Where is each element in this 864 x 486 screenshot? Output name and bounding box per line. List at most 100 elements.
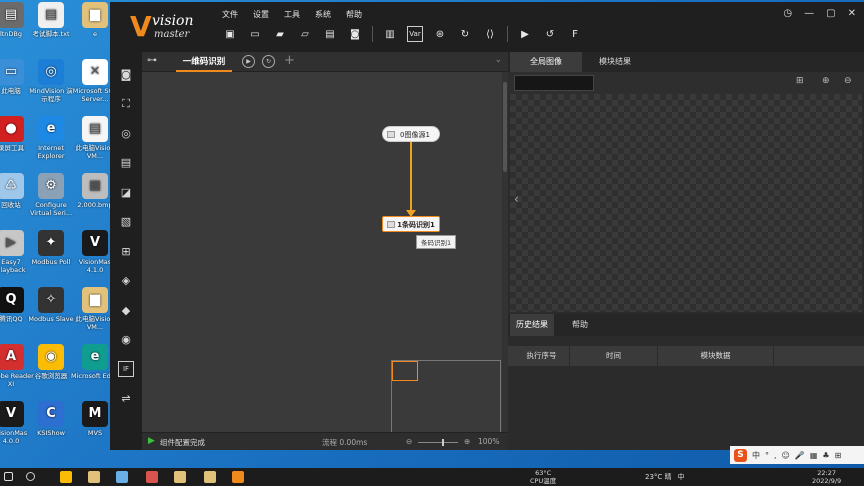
save-icon[interactable]: ▣ xyxy=(222,26,238,42)
menu-item[interactable]: 工具 xyxy=(284,9,300,20)
import-icon[interactable]: ▰ xyxy=(272,26,288,42)
chevron-left-icon[interactable]: ‹ xyxy=(514,192,519,206)
ime-skin-icon[interactable]: ♣ xyxy=(822,451,829,460)
app-icon[interactable] xyxy=(116,471,128,483)
image-capture-tool-icon[interactable]: ◙ xyxy=(118,66,134,82)
zoom-slider[interactable] xyxy=(418,439,458,446)
roi-tool-icon[interactable]: ⛶ xyxy=(118,96,134,112)
ime-chinese-mode[interactable]: 中 xyxy=(752,450,760,461)
start-icon[interactable] xyxy=(4,472,13,481)
desktop-icon[interactable]: e Internet Explorer xyxy=(26,116,76,160)
run-once-icon[interactable]: ▶ xyxy=(517,26,533,42)
clock-icon[interactable]: ◷ xyxy=(783,8,792,19)
menu-item[interactable]: 系统 xyxy=(315,9,331,20)
run-loop-icon[interactable]: ↺ xyxy=(542,26,558,42)
chrome-icon[interactable] xyxy=(60,471,72,483)
menu-item[interactable]: 帮助 xyxy=(346,9,362,20)
ime-emoji-icon[interactable]: ☺ xyxy=(782,451,790,460)
zoom-out-image-icon[interactable]: ⊖ xyxy=(844,76,852,86)
logic-tool-icon[interactable]: IF xyxy=(118,361,134,377)
desktop-icon[interactable]: ✦ Modbus Poll xyxy=(26,230,76,266)
tab-module-result[interactable]: 模块结果 xyxy=(584,52,646,72)
ime-mic-icon[interactable]: 🎤 xyxy=(795,451,805,460)
status-play-icon[interactable]: ▶ xyxy=(148,436,155,446)
explorer-window-icon[interactable] xyxy=(174,471,186,483)
fullscreen-icon[interactable]: F xyxy=(567,26,583,42)
maximize-icon[interactable]: ▢ xyxy=(826,8,835,19)
folder-icon[interactable] xyxy=(204,471,216,483)
tab-global-image[interactable]: 全局图像 xyxy=(510,52,582,72)
zoom-in-image-icon[interactable]: ⊕ xyxy=(822,76,830,86)
shape-tool-icon[interactable]: ◆ xyxy=(118,302,134,318)
zoom-out-icon[interactable]: ⊖ xyxy=(406,437,412,446)
visionmaster-taskbar-icon[interactable] xyxy=(232,471,244,483)
ime-keyboard-icon[interactable]: ▦ xyxy=(810,451,818,460)
add-process-icon[interactable]: + xyxy=(284,53,295,68)
node-image-source[interactable]: 0图像源1 xyxy=(382,126,440,142)
export-icon[interactable]: ▱ xyxy=(297,26,313,42)
image-process-tool-icon[interactable]: ◪ xyxy=(118,184,134,200)
image-source-select[interactable] xyxy=(514,75,594,91)
tab-help[interactable]: 帮助 xyxy=(560,314,600,336)
script-icon[interactable]: ⟨⟩ xyxy=(482,26,498,42)
sogou-logo-icon[interactable]: S xyxy=(734,448,747,462)
fit-image-icon[interactable]: ⊞ xyxy=(796,76,804,86)
flow-canvas[interactable]: 0图像源1 1条码识别1 条码识别1 ↘ xyxy=(142,72,502,446)
menu-item[interactable]: 设置 xyxy=(253,9,269,20)
minimap-viewport[interactable] xyxy=(392,361,418,381)
ime-punct-icon[interactable]: ° xyxy=(765,451,769,460)
process-tree-icon[interactable]: ⊶ xyxy=(147,55,157,66)
scrollbar-thumb[interactable] xyxy=(503,82,507,172)
controller-icon[interactable]: ▥ xyxy=(382,26,398,42)
loop-process-icon[interactable]: ↻ xyxy=(262,55,275,68)
variable-icon[interactable]: Var xyxy=(407,26,423,42)
desktop-icon[interactable]: C KSIShow xyxy=(26,401,76,437)
taskbar-clock[interactable]: 22:27 2022/9/9 xyxy=(812,469,841,485)
desktop-icon-image: ✦ xyxy=(38,230,64,256)
node-barcode-recognition[interactable]: 1条码识别1 xyxy=(382,216,440,232)
desktop-icon[interactable]: ✧ Modbus Slave xyxy=(26,287,76,323)
tray-weather[interactable]: 23°C 晴 xyxy=(645,472,672,482)
recognition-tool-icon[interactable]: ◉ xyxy=(118,332,134,348)
desktop-icon[interactable]: ⚙ Configure Virtual Seri... xyxy=(26,173,76,217)
explorer-icon[interactable] xyxy=(88,471,100,483)
chevron-down-icon[interactable]: ⌄ xyxy=(494,55,502,65)
tab-history-results[interactable]: 历史结果 xyxy=(510,314,554,336)
snapshot-icon[interactable]: ◙ xyxy=(347,26,363,42)
zoom-slider-knob[interactable] xyxy=(442,439,444,446)
desktop-icon-label: KSIShow xyxy=(37,429,65,437)
minimize-icon[interactable]: — xyxy=(804,8,814,19)
col-time[interactable]: 时间 xyxy=(570,346,658,366)
measure-tool-icon[interactable]: ▤ xyxy=(118,155,134,171)
col-exec-index[interactable]: 执行序号 xyxy=(514,346,570,366)
open-folder-icon[interactable]: ▭ xyxy=(247,26,263,42)
communication-tool-icon[interactable]: ⇌ xyxy=(118,391,134,407)
calibrate-tool-icon[interactable]: ◈ xyxy=(118,273,134,289)
tray-language[interactable]: 中 xyxy=(678,472,685,482)
image-view[interactable]: ‹ xyxy=(510,94,862,312)
global-trigger-icon[interactable]: ↻ xyxy=(457,26,473,42)
browser-icon[interactable] xyxy=(146,471,158,483)
col-module-data[interactable]: 模块数据 xyxy=(658,346,774,366)
desktop-icon-image: C xyxy=(38,401,64,427)
desktop-icon-image: ✧ xyxy=(38,287,64,313)
defect-tool-icon[interactable]: ⊞ xyxy=(118,243,134,259)
desktop-icon-image: ▤ xyxy=(0,2,24,28)
communication-icon[interactable]: ⊛ xyxy=(432,26,448,42)
close-icon[interactable]: ✕ xyxy=(848,8,856,19)
desktop-icon[interactable]: ▤ 考试脚本.txt xyxy=(26,2,76,38)
locate-tool-icon[interactable]: ◎ xyxy=(118,125,134,141)
cpu-temp-widget[interactable]: 63°C CPU温度 xyxy=(530,469,556,485)
tab-barcode-process[interactable]: 一维码识别 xyxy=(176,52,232,72)
desktop-icon[interactable]: ◎ MindVision 演示程序 xyxy=(26,59,76,103)
color-tool-icon[interactable]: ▧ xyxy=(118,214,134,230)
flow-connector xyxy=(410,142,412,212)
zoom-in-icon[interactable]: ⊕ xyxy=(464,437,470,446)
menu-item[interactable]: 文件 xyxy=(222,9,238,20)
desktop-icon[interactable]: ◉ 谷歌浏览器 xyxy=(26,344,76,380)
ime-comma-icon[interactable]: , xyxy=(774,451,777,460)
search-icon[interactable] xyxy=(26,472,35,481)
camera-save-icon[interactable]: ▤ xyxy=(322,26,338,42)
run-process-icon[interactable]: ▶ xyxy=(242,55,255,68)
ime-toolbox-icon[interactable]: ⊞ xyxy=(835,451,842,460)
